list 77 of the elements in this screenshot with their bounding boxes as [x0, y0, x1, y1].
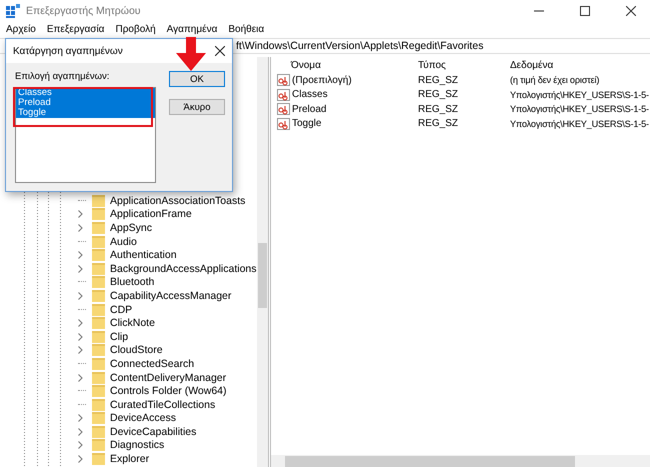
folder-icon	[92, 249, 105, 262]
tree-item[interactable]: CuratedTileCollections	[110, 398, 216, 411]
folder-icon	[92, 304, 105, 316]
horizontal-scrollbar[interactable]	[271, 455, 650, 467]
value-data: Υπολογιστής\HKEY_USERS\S-1-5-	[510, 118, 650, 129]
value-name[interactable]: Preload	[292, 104, 326, 115]
value-name[interactable]: (Προεπιλογή)	[292, 74, 352, 86]
value-data: (η τιμή δεν έχει οριστεί)	[510, 75, 600, 86]
folder-icon	[92, 358, 105, 370]
folder-icon	[92, 276, 105, 288]
folder-icon	[92, 412, 105, 424]
vertical-scrollbar[interactable]	[256, 57, 268, 467]
folder-icon	[92, 344, 105, 356]
tree-item[interactable]: Authentication	[110, 249, 177, 262]
menu-item[interactable]: Αρχείο	[6, 24, 36, 34]
tree-item[interactable]: CDP	[110, 304, 132, 316]
dialog-title: Κατάργηση αγαπημένων	[13, 46, 123, 56]
list-item[interactable]: Preload	[16, 98, 155, 108]
menu-item[interactable]: Επεξεργασία	[46, 24, 104, 34]
folder-icon	[92, 426, 105, 438]
folder-icon	[92, 208, 105, 220]
tree-item[interactable]: Explorer	[110, 453, 150, 466]
folder-icon	[92, 385, 105, 398]
list-item[interactable]: Toggle	[16, 108, 155, 118]
value-type: REG_SZ	[418, 74, 460, 86]
maximize-icon[interactable]	[580, 6, 590, 16]
value-type: REG_SZ	[418, 104, 460, 115]
down-arrow	[176, 37, 206, 71]
tree-item[interactable]: ApplicationAssociationToasts	[110, 194, 246, 207]
tree-item[interactable]: ApplicationFrame	[110, 208, 192, 220]
value-type: REG_SZ	[418, 118, 460, 130]
tree-item[interactable]: ContentDeliveryManager	[110, 372, 226, 384]
tree-item[interactable]: Controls Folder (Wow64)	[110, 385, 227, 398]
folder-icon	[92, 290, 105, 302]
window-title: Επεξεργαστής Μητρώου	[26, 5, 141, 17]
menu-item[interactable]: Προβολή	[115, 24, 156, 34]
favorites-listbox[interactable]: Classes Preload Toggle	[15, 87, 156, 183]
list-label: Επιλογή αγαπημένων:	[15, 71, 110, 82]
folder-icon	[92, 439, 105, 452]
column-header[interactable]: Δεδομένα	[510, 60, 650, 70]
value-data: Υπολογιστής\HKEY_USERS\S-1-5-	[510, 90, 650, 100]
folder-icon	[92, 262, 105, 275]
value-name[interactable]: Toggle	[292, 118, 322, 130]
tree-item[interactable]: Bluetooth	[110, 276, 154, 288]
tree-item[interactable]: CloudStore	[110, 344, 163, 356]
folder-icon	[92, 222, 105, 234]
value-data: Υπολογιστής\HKEY_USERS\S-1-5-	[510, 104, 650, 114]
tree-item[interactable]: ClickNote	[110, 317, 155, 330]
menu-item[interactable]: Αγαπημένα	[166, 24, 218, 34]
tree-item[interactable]: AppSync	[110, 222, 152, 234]
value-type: REG_SZ	[418, 89, 460, 100]
value-name[interactable]: Classes	[292, 89, 328, 100]
folder-icon	[92, 194, 105, 207]
tree-item[interactable]: ConnectedSearch	[110, 358, 194, 370]
column-header[interactable]: Όνομα	[271, 60, 418, 70]
folder-icon	[92, 236, 105, 248]
tree-item[interactable]: CapabilityAccessManager	[110, 290, 232, 302]
chevron-right-icon[interactable]	[78, 292, 83, 300]
folder-icon	[92, 317, 105, 330]
tree-item[interactable]: DeviceCapabilities	[110, 426, 196, 438]
tree-item[interactable]: DeviceAccess	[110, 412, 176, 424]
close-icon[interactable]	[626, 6, 636, 16]
ok-button[interactable]: OK	[169, 71, 225, 87]
cancel-button[interactable]: Άκυρο	[169, 99, 225, 115]
chevron-right-icon[interactable]	[78, 374, 83, 382]
tree-item[interactable]: Audio	[110, 236, 137, 248]
folder-icon	[92, 398, 105, 411]
column-header[interactable]: Τύπος	[418, 60, 510, 70]
tree-item[interactable]: Diagnostics	[110, 439, 164, 452]
folder-icon	[92, 330, 105, 343]
close-icon[interactable]	[215, 46, 225, 56]
menu-item[interactable]: Βοήθεια	[228, 24, 264, 34]
folder-icon	[92, 372, 105, 384]
folder-icon	[92, 453, 105, 466]
tree-item[interactable]: Clip	[110, 330, 128, 343]
registry-cubes-icon	[6, 4, 20, 18]
tree-item[interactable]: BackgroundAccessApplications	[110, 262, 256, 275]
